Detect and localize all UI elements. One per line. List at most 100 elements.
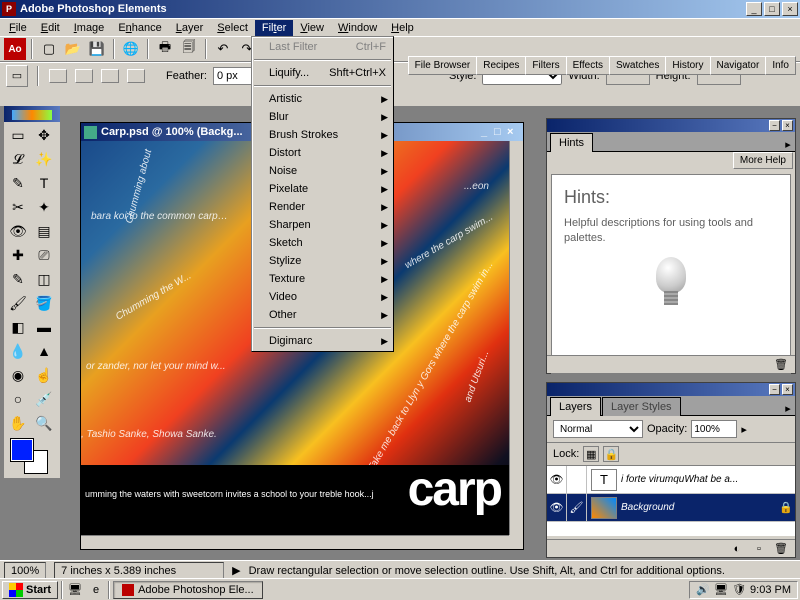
taskbar-app-button[interactable]: Adobe Photoshop Ele... (113, 581, 263, 599)
status-arrow-icon[interactable]: ▶ (232, 564, 240, 577)
lock-transparency-icon[interactable]: ▦ (583, 446, 599, 462)
open-icon[interactable]: 📂 (62, 38, 84, 60)
doc-size-display[interactable]: 7 inches x 5.389 inches (54, 562, 224, 580)
lasso-tool[interactable]: 𝓛 (6, 148, 30, 170)
lock-all-icon[interactable]: 🔒 (603, 446, 619, 462)
intersect-selection-icon[interactable] (127, 69, 145, 83)
doc-minimize-button[interactable]: _ (481, 126, 494, 139)
tray-clock[interactable]: 9:03 PM (750, 584, 791, 596)
filter-digimarc[interactable]: Digimarc▶ (253, 332, 392, 350)
brush-tool[interactable]: 🖌 (6, 292, 30, 314)
shape-tool[interactable]: ▬ (32, 316, 56, 338)
sc-recipes[interactable]: Recipes (476, 56, 526, 75)
layer-name-2[interactable]: Background (621, 502, 777, 513)
eyedropper-tool[interactable]: 💉 (32, 388, 56, 410)
new-selection-icon[interactable] (49, 69, 67, 83)
print-preview-icon[interactable]: 🗐 (178, 38, 200, 60)
sc-file-browser[interactable]: File Browser (408, 56, 478, 75)
filter-pixelate[interactable]: Pixelate▶ (253, 180, 392, 198)
hints-trash-icon[interactable]: 🗑 (773, 358, 789, 372)
visibility-icon[interactable]: 👁 (547, 494, 567, 521)
marquee-tool[interactable]: ▭ (6, 124, 30, 146)
filter-texture[interactable]: Texture▶ (253, 270, 392, 288)
doc-maximize-button[interactable]: □ (494, 126, 507, 139)
menu-view[interactable]: View (293, 20, 331, 36)
filter-blur[interactable]: Blur▶ (253, 108, 392, 126)
sc-history[interactable]: History (665, 56, 710, 75)
paint-bucket-tool[interactable]: 🪣 (32, 292, 56, 314)
straighten-tool[interactable]: ▤ (32, 220, 56, 242)
layer-styles-tab[interactable]: Layer Styles (602, 397, 681, 416)
brush-icon[interactable]: 🖌 (567, 494, 587, 521)
new-icon[interactable]: ▢ (38, 38, 60, 60)
link-icon[interactable] (567, 466, 587, 493)
selection-brush-tool[interactable]: ✎ (6, 172, 30, 194)
opacity-flyout-icon[interactable]: ▸ (741, 423, 747, 436)
adobe-online-icon[interactable]: Ao (4, 38, 26, 60)
sc-navigator[interactable]: Navigator (710, 56, 767, 75)
save-web-icon[interactable]: 🌐 (120, 38, 142, 60)
layers-close-button[interactable]: × (782, 384, 793, 395)
visibility-icon[interactable]: 👁 (547, 466, 567, 493)
filter-stylize[interactable]: Stylize▶ (253, 252, 392, 270)
filter-artistic[interactable]: Artistic▶ (253, 90, 392, 108)
layer-row-background[interactable]: 👁 🖌 Background 🔒 (547, 494, 795, 522)
close-button[interactable]: × (782, 2, 798, 16)
crop-tool[interactable]: ✂ (6, 196, 30, 218)
filter-liquify[interactable]: Liquify... Shft+Ctrl+X (253, 64, 392, 82)
move-tool[interactable]: ✥ (32, 124, 56, 146)
dodge-tool[interactable]: ○ (6, 388, 30, 410)
filter-render[interactable]: Render▶ (253, 198, 392, 216)
doc-vscroll[interactable] (509, 141, 523, 535)
menu-enhance[interactable]: Enhance (111, 20, 168, 36)
delete-layer-icon[interactable]: 🗑 (773, 542, 789, 556)
quicklaunch-ie-icon[interactable]: e (87, 581, 105, 599)
clone-tool[interactable]: ⎚ (32, 244, 56, 266)
quicklaunch-desktop-icon[interactable]: 🖥 (66, 581, 84, 599)
print-icon[interactable]: 🖶 (154, 38, 176, 60)
sc-effects[interactable]: Effects (566, 56, 610, 75)
new-adjustment-icon[interactable]: ◐ (729, 542, 745, 556)
filter-video[interactable]: Video▶ (253, 288, 392, 306)
menu-layer[interactable]: Layer (169, 20, 211, 36)
menu-filter[interactable]: Filter (255, 20, 293, 36)
hand-tool[interactable]: ✋ (6, 412, 30, 434)
hints-tab[interactable]: Hints (550, 133, 593, 152)
healing-tool[interactable]: ✚ (6, 244, 30, 266)
save-icon[interactable]: 💾 (86, 38, 108, 60)
eraser-tool[interactable]: ◫ (32, 268, 56, 290)
filter-distort[interactable]: Distort▶ (253, 144, 392, 162)
blend-mode-select[interactable]: Normal (553, 420, 643, 438)
menu-window[interactable]: Window (331, 20, 384, 36)
filter-other[interactable]: Other▶ (253, 306, 392, 324)
wand-tool[interactable]: ✨ (32, 148, 56, 170)
cookie-cutter-tool[interactable]: ✦ (32, 196, 56, 218)
sc-swatches[interactable]: Swatches (609, 56, 666, 75)
gradient-tool[interactable]: ◧ (6, 316, 30, 338)
zoom-tool[interactable]: 🔍 (32, 412, 56, 434)
foreground-color-swatch[interactable] (10, 438, 34, 462)
doc-hscroll[interactable] (81, 535, 509, 549)
sc-filters[interactable]: Filters (525, 56, 566, 75)
filter-noise[interactable]: Noise▶ (253, 162, 392, 180)
maximize-button[interactable]: □ (764, 2, 780, 16)
new-layer-icon[interactable]: ▫ (751, 542, 767, 556)
filter-sharpen[interactable]: Sharpen▶ (253, 216, 392, 234)
pencil-tool[interactable]: ✎ (6, 268, 30, 290)
minimize-button[interactable]: _ (746, 2, 762, 16)
start-button[interactable]: Start (2, 581, 58, 599)
hints-close-button[interactable]: × (782, 120, 793, 131)
more-help-button[interactable]: More Help (733, 152, 793, 169)
sharpen-tool[interactable]: ◉ (6, 364, 30, 386)
step-backward-icon[interactable]: ↶ (212, 38, 234, 60)
menu-image[interactable]: Image (67, 20, 112, 36)
opacity-input[interactable] (691, 420, 737, 438)
zoom-display[interactable]: 100% (4, 562, 46, 580)
layer-row-text[interactable]: 👁 T i forte virumquWhat be a... (547, 466, 795, 494)
type-tool[interactable]: T (32, 172, 56, 194)
layer-name-1[interactable]: i forte virumquWhat be a... (621, 474, 795, 485)
marquee-tool-icon[interactable]: ▭ (6, 65, 28, 87)
filter-sketch[interactable]: Sketch▶ (253, 234, 392, 252)
tray-icon-1[interactable]: 🔊 (696, 583, 710, 596)
sponge-tool[interactable]: ▲ (32, 340, 56, 362)
